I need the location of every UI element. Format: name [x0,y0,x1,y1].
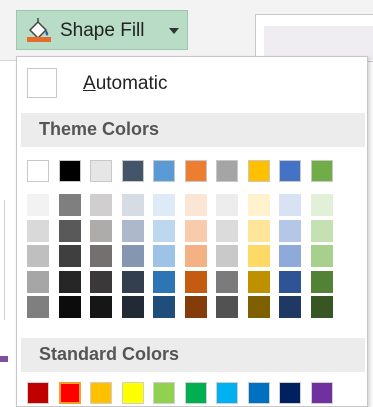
theme-color-swatch-black-5[interactable] [58,296,81,318]
shape-fill-label: Shape Fill [60,20,145,41]
theme-color-swatch-gray-5[interactable] [216,296,238,318]
theme-color-swatch-gray-3[interactable] [216,245,238,267]
theme-color-swatch-light-gray-4[interactable] [90,270,112,293]
standard-color-swatch-dark-red[interactable] [27,382,49,404]
theme-color-swatch-white-4[interactable] [27,270,49,293]
theme-color-swatch-black-4[interactable] [58,270,81,293]
background-panel-inner [264,26,373,60]
theme-color-swatch-green-2[interactable] [310,219,333,242]
background-divider [4,200,5,320]
theme-color-swatch-light-gray-2[interactable] [90,219,112,242]
automatic-label: Automatic [83,73,168,94]
theme-color-swatch-medium-blue-2[interactable] [279,219,301,242]
theme-color-swatch-white-3[interactable] [27,245,49,267]
theme-color-swatch-medium-blue-3[interactable] [279,245,301,267]
theme-color-swatch-gold-0[interactable] [247,160,270,182]
theme-color-swatch-dark-blue-5[interactable] [121,296,144,318]
theme-color-swatch-gray-0[interactable] [216,160,238,182]
standard-color-swatch-yellow[interactable] [121,382,144,404]
theme-color-swatch-dark-blue-4[interactable] [121,270,144,293]
standard-color-swatch-orange[interactable] [90,382,112,404]
theme-color-swatch-dark-blue-0[interactable] [121,160,144,182]
standard-color-swatch-light-blue[interactable] [216,382,238,404]
theme-color-swatch-green-3[interactable] [310,245,333,267]
theme-color-swatch-green-4[interactable] [310,270,333,293]
standard-color-swatch-green[interactable] [184,382,207,404]
theme-color-swatch-light-gray-1[interactable] [90,194,112,216]
paint-bucket-icon [27,18,51,42]
theme-color-swatch-gray-1[interactable] [216,194,238,216]
standard-color-swatch-dark-blue[interactable] [279,382,301,404]
theme-color-swatch-blue-4[interactable] [153,270,175,293]
theme-color-swatch-gold-5[interactable] [247,296,270,318]
theme-color-swatch-blue-3[interactable] [153,245,175,267]
theme-color-swatch-white-5[interactable] [27,296,49,318]
theme-color-swatch-gold-3[interactable] [247,245,270,267]
standard-colors-header: Standard Colors [21,338,365,372]
theme-color-swatch-gray-2[interactable] [216,219,238,242]
theme-color-swatch-black-3[interactable] [58,245,81,267]
theme-color-swatch-black-1[interactable] [58,194,81,216]
theme-color-swatch-light-gray-3[interactable] [90,245,112,267]
theme-color-swatch-blue-0[interactable] [153,160,175,182]
background-accent [0,356,8,362]
theme-color-swatch-green-5[interactable] [310,296,333,318]
shape-fill-button[interactable]: Shape Fill [16,10,188,50]
theme-color-swatch-green-1[interactable] [310,194,333,216]
theme-color-swatch-white-0[interactable] [27,160,49,182]
theme-color-swatch-blue-2[interactable] [153,219,175,242]
standard-color-swatch-red[interactable] [58,382,81,404]
theme-color-swatch-black-0[interactable] [58,160,81,182]
automatic-option[interactable]: Automatic [17,65,367,105]
theme-color-swatch-orange-5[interactable] [184,296,207,318]
theme-color-swatch-dark-blue-1[interactable] [121,194,144,216]
theme-color-swatch-orange-4[interactable] [184,270,207,293]
theme-color-swatch-blue-1[interactable] [153,194,175,216]
theme-color-swatch-dark-blue-2[interactable] [121,219,144,242]
theme-color-swatch-orange-2[interactable] [184,219,207,242]
theme-color-swatch-black-2[interactable] [58,219,81,242]
theme-color-swatch-medium-blue-0[interactable] [279,160,301,182]
theme-color-swatch-blue-5[interactable] [153,296,175,318]
theme-color-swatch-white-1[interactable] [27,194,49,216]
theme-color-swatch-medium-blue-5[interactable] [279,296,301,318]
chevron-down-icon[interactable] [169,28,179,34]
standard-color-swatch-blue[interactable] [247,382,270,404]
theme-color-swatch-medium-blue-4[interactable] [279,270,301,293]
theme-color-swatch-green-0[interactable] [310,160,333,182]
theme-color-swatch-light-gray-5[interactable] [90,296,112,318]
theme-color-swatch-white-2[interactable] [27,219,49,242]
theme-color-swatch-medium-blue-1[interactable] [279,194,301,216]
theme-color-swatch-gold-4[interactable] [247,270,270,293]
theme-colors-header: Theme Colors [21,113,365,147]
theme-color-swatch-gold-1[interactable] [247,194,270,216]
automatic-swatch [27,68,57,98]
theme-color-swatch-gray-4[interactable] [216,270,238,293]
theme-color-swatch-light-gray-0[interactable] [90,160,112,182]
theme-color-swatch-dark-blue-3[interactable] [121,245,144,267]
theme-color-swatch-orange-0[interactable] [184,160,207,182]
theme-color-swatch-orange-3[interactable] [184,245,207,267]
theme-color-swatch-orange-1[interactable] [184,194,207,216]
standard-color-swatch-light-green[interactable] [153,382,175,404]
shape-fill-dropdown: Automatic Theme Colors Standard Colors [16,56,368,407]
standard-color-swatch-purple[interactable] [310,382,333,404]
theme-color-swatch-gold-2[interactable] [247,219,270,242]
